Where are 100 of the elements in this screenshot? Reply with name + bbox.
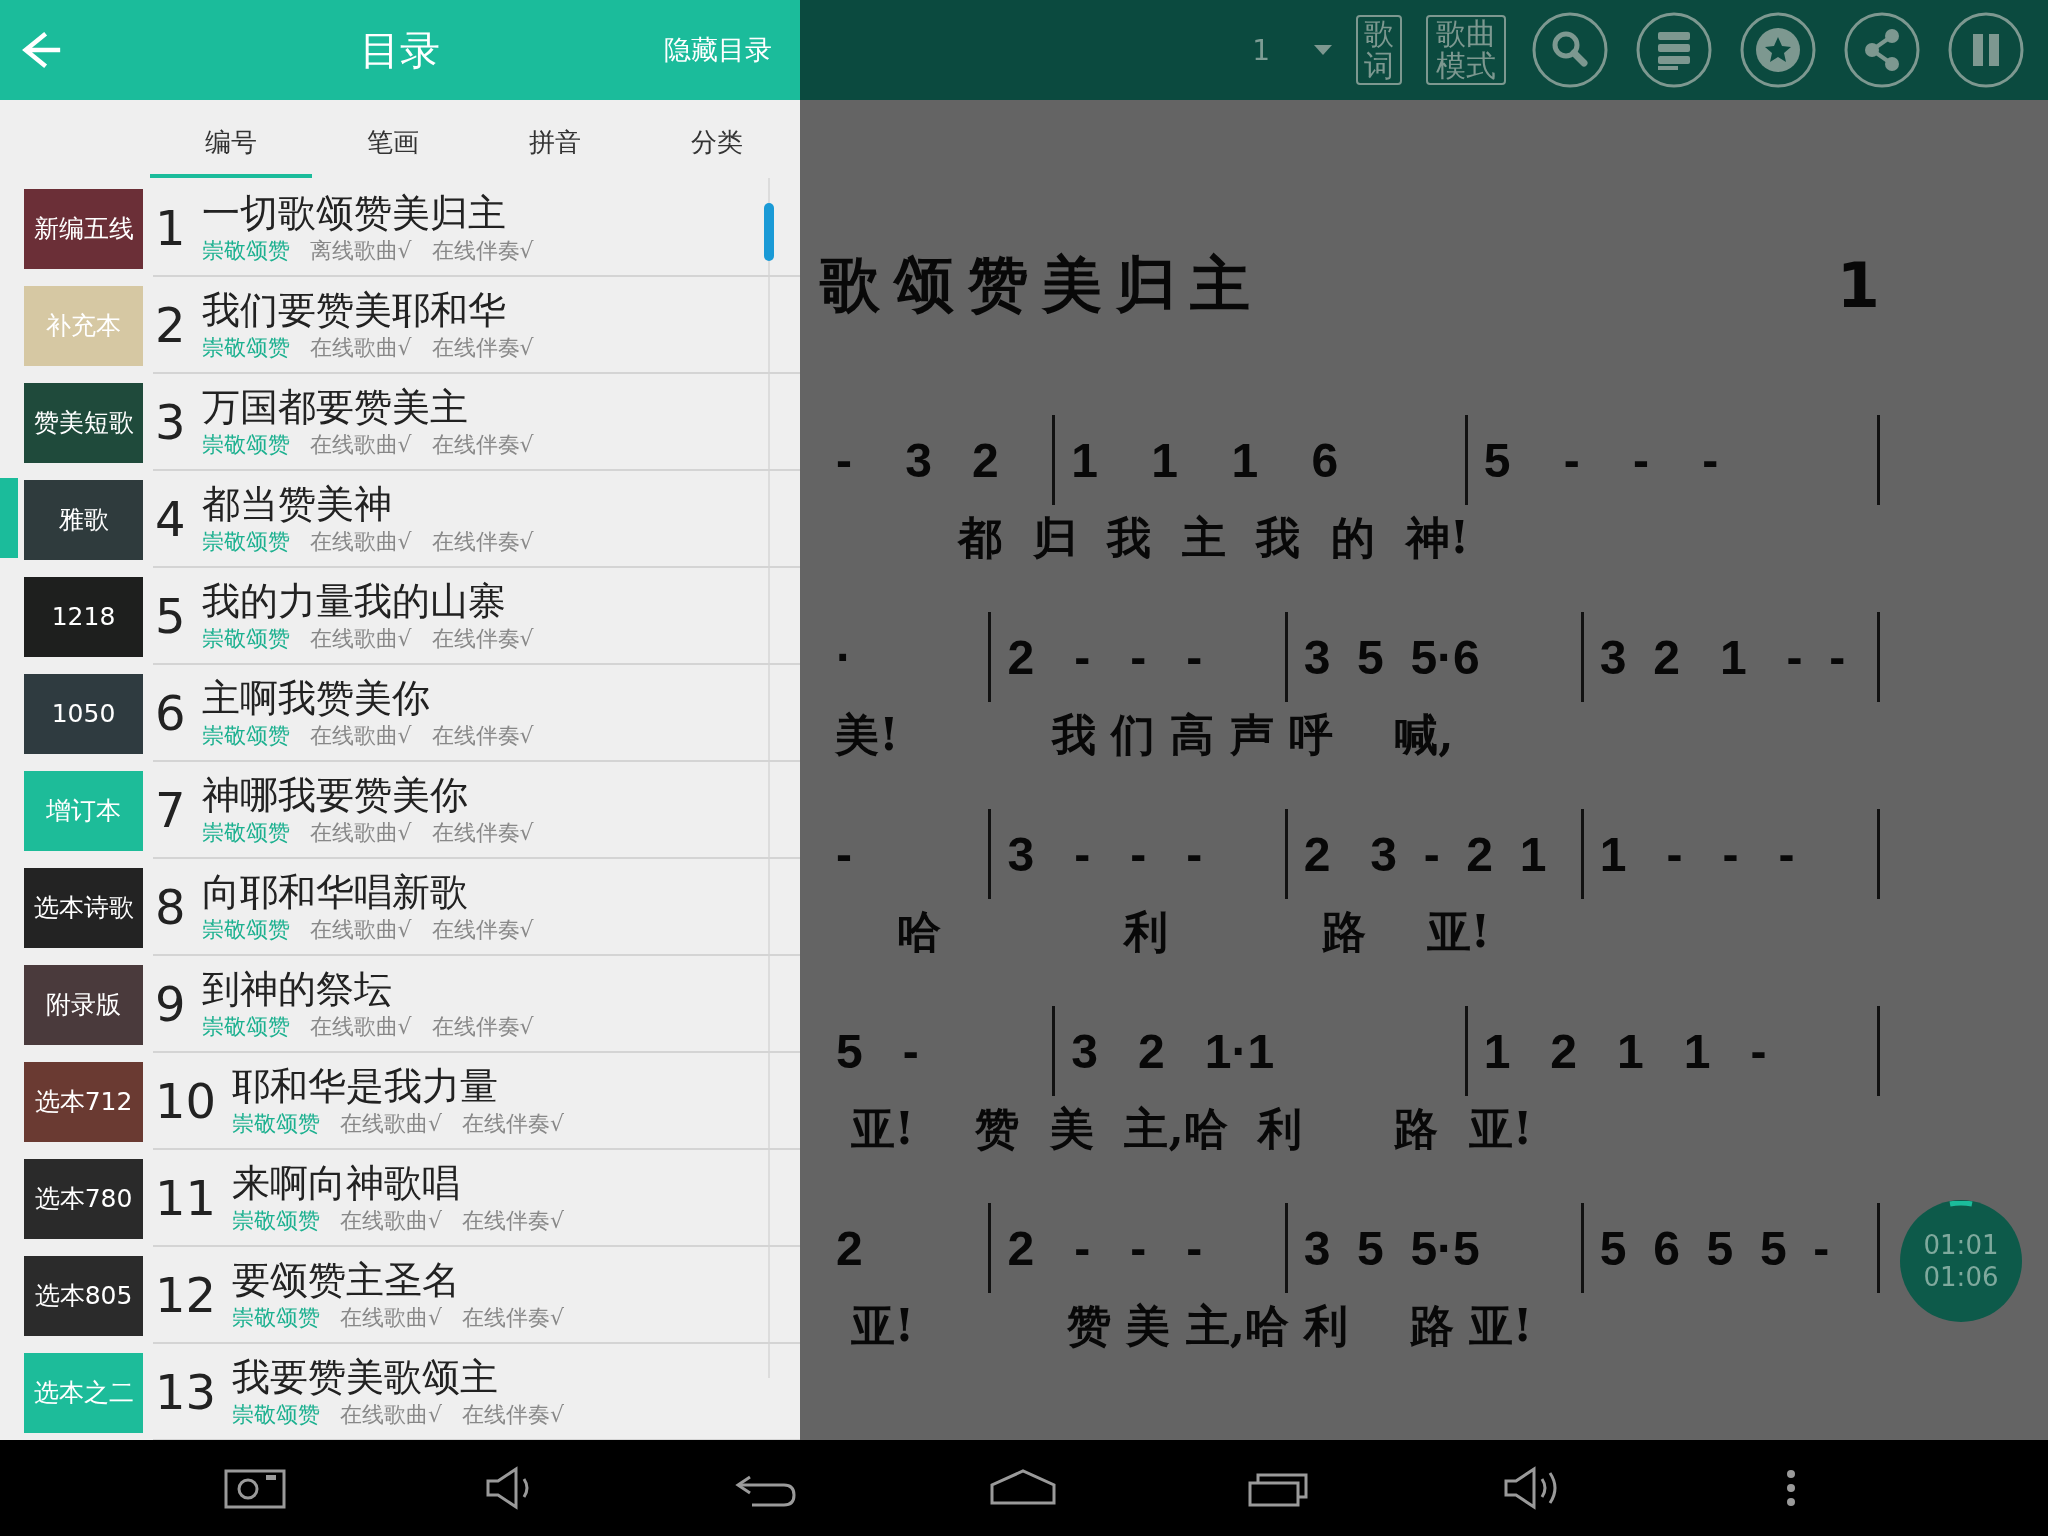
song-title: 神哪我要赞美你 — [201, 771, 469, 818]
song-title: 向耶和华唱新歌 — [201, 868, 469, 915]
score-measure: 1 - - - — [1583, 809, 1880, 899]
score-measure: - 3 2 — [820, 415, 1056, 505]
panel-title: 目录 — [360, 26, 440, 73]
song-status: 在线歌曲√ — [340, 1303, 443, 1332]
share-icon[interactable] — [1842, 10, 1922, 90]
song-number: 11 — [155, 1169, 217, 1226]
song-number: 1 — [155, 199, 186, 256]
score-measure: - — [820, 809, 992, 899]
search-icon[interactable] — [1530, 10, 1610, 90]
accompaniment-status: 在线伴奏√ — [462, 1109, 565, 1138]
category-label: 崇敬颂赞 — [201, 721, 290, 750]
song-status: 在线歌曲√ — [340, 1400, 443, 1429]
song-title: 一切歌颂赞美归主 — [201, 189, 507, 236]
book-tag: 1218 — [24, 576, 143, 657]
lyrics-line: 美! 我 们 高 声 呼 喊, — [834, 708, 1454, 762]
song-title: 我的力量我的山寨 — [201, 577, 507, 624]
score-measure: · — [820, 612, 992, 702]
lyrics-line: 亚! 赞 美 主,哈 利 路 亚! — [849, 1102, 1533, 1156]
lyrics-line: 哈 利 路 亚! — [895, 905, 1491, 959]
song-number: 8 — [155, 878, 186, 935]
sort-tab[interactable]: 笔画 — [312, 100, 474, 178]
sort-tab[interactable]: 分类 — [636, 100, 798, 178]
song-title: 要颂赞主圣名 — [232, 1256, 462, 1303]
accompaniment-status: 在线伴奏√ — [431, 721, 534, 750]
book-tag: 雅歌 — [24, 479, 143, 560]
list-icon[interactable] — [1634, 10, 1714, 90]
score-measure: 5 6 5 5 - — [1583, 1203, 1880, 1293]
score-number: 1 — [1836, 248, 1880, 322]
song-number: 10 — [155, 1072, 217, 1129]
score-measure: 2 — [820, 1203, 992, 1293]
score-measure: 1 2 1 1 - — [1467, 1006, 1880, 1096]
book-tag: 选本诗歌 — [24, 867, 143, 948]
caret-icon — [1314, 45, 1332, 55]
score-measure: 3 2 1 - - — [1583, 612, 1880, 702]
sort-tab[interactable]: 拼音 — [474, 100, 636, 178]
book-tag: 选本805 — [24, 1255, 143, 1336]
song-number: 3 — [155, 393, 186, 450]
category-label: 崇敬颂赞 — [201, 236, 290, 265]
accompaniment-status: 在线伴奏√ — [431, 236, 534, 265]
book-tag: 选本之二 — [24, 1352, 143, 1433]
score-measure: 5 - — [820, 1006, 1056, 1096]
song-status: 在线歌曲√ — [309, 721, 412, 750]
accompaniment-status: 在线伴奏√ — [462, 1206, 565, 1235]
accompaniment-status: 在线伴奏√ — [462, 1400, 565, 1429]
book-tag: 选本712 — [24, 1061, 143, 1142]
song-status: 在线歌曲√ — [309, 333, 412, 362]
category-label: 崇敬颂赞 — [201, 1012, 290, 1041]
song-number: 6 — [155, 684, 186, 741]
lyrics-line: 都 归 我 主 我 的 神! — [956, 511, 1469, 565]
song-title: 耶和华是我力量 — [232, 1062, 500, 1109]
song-number: 5 — [155, 587, 186, 644]
category-label: 崇敬颂赞 — [232, 1206, 321, 1235]
song-status: 在线歌曲√ — [309, 818, 412, 847]
total-time: 01:06 — [1923, 1261, 1999, 1293]
song-status: 在线歌曲√ — [340, 1206, 443, 1235]
score-measure: 2 - - - — [991, 1203, 1288, 1293]
score-measure: 3 5 5·6 — [1287, 612, 1584, 702]
score-measure: 2 3 - 2 1 — [1287, 809, 1584, 899]
book-tag: 赞美短歌 — [24, 382, 143, 463]
score-measure: 3 5 5·5 — [1287, 1203, 1584, 1293]
score-measure: 5 - - - — [1467, 415, 1880, 505]
accompaniment-status: 在线伴奏√ — [431, 430, 534, 459]
accompaniment-status: 在线伴奏√ — [431, 915, 534, 944]
song-number: 4 — [155, 490, 186, 547]
accompaniment-status: 在线伴奏√ — [462, 1303, 565, 1332]
pause-icon[interactable] — [1946, 10, 2026, 90]
book-tag: 增订本 — [24, 770, 143, 851]
song-title: 到神的祭坛 — [201, 965, 393, 1012]
song-status: 在线歌曲√ — [340, 1109, 443, 1138]
song-title: 都当赞美神 — [201, 480, 393, 527]
song-number: 12 — [155, 1266, 217, 1323]
book-tag: 附录版 — [24, 964, 143, 1045]
category-label: 崇敬颂赞 — [232, 1400, 321, 1429]
song-number: 13 — [155, 1363, 217, 1420]
elapsed-time: 01:01 — [1923, 1229, 1999, 1261]
accompaniment-status: 在线伴奏√ — [431, 818, 534, 847]
song-status: 在线歌曲√ — [309, 430, 412, 459]
category-label: 崇敬颂赞 — [201, 333, 290, 362]
book-tag: 1050 — [24, 673, 143, 754]
category-label: 崇敬颂赞 — [201, 624, 290, 653]
scrollbar[interactable] — [764, 203, 774, 261]
category-label: 崇敬颂赞 — [201, 527, 290, 556]
progress-arc — [1948, 1201, 1974, 1207]
sort-tab[interactable]: 编号 — [150, 100, 312, 178]
category-label: 崇敬颂赞 — [201, 818, 290, 847]
score-measure: 2 - - - — [991, 612, 1288, 702]
song-title: 主啊我赞美你 — [201, 674, 431, 721]
book-tag: 选本780 — [24, 1158, 143, 1239]
song-title: 万国都要赞美主 — [201, 383, 469, 430]
score-measure: 3 2 1·1 — [1055, 1006, 1468, 1096]
song-title: 我们要赞美耶和华 — [201, 286, 507, 333]
song-title: 我要赞美歌颂主 — [232, 1353, 500, 1400]
song-status: 在线歌曲√ — [309, 1012, 412, 1041]
song-status: 离线歌曲√ — [309, 236, 412, 265]
accompaniment-status: 在线伴奏√ — [431, 1012, 534, 1041]
score-measure: 1 1 1 6 — [1055, 415, 1468, 505]
category-label: 崇敬颂赞 — [201, 915, 290, 944]
category-label: 崇敬颂赞 — [232, 1303, 321, 1332]
